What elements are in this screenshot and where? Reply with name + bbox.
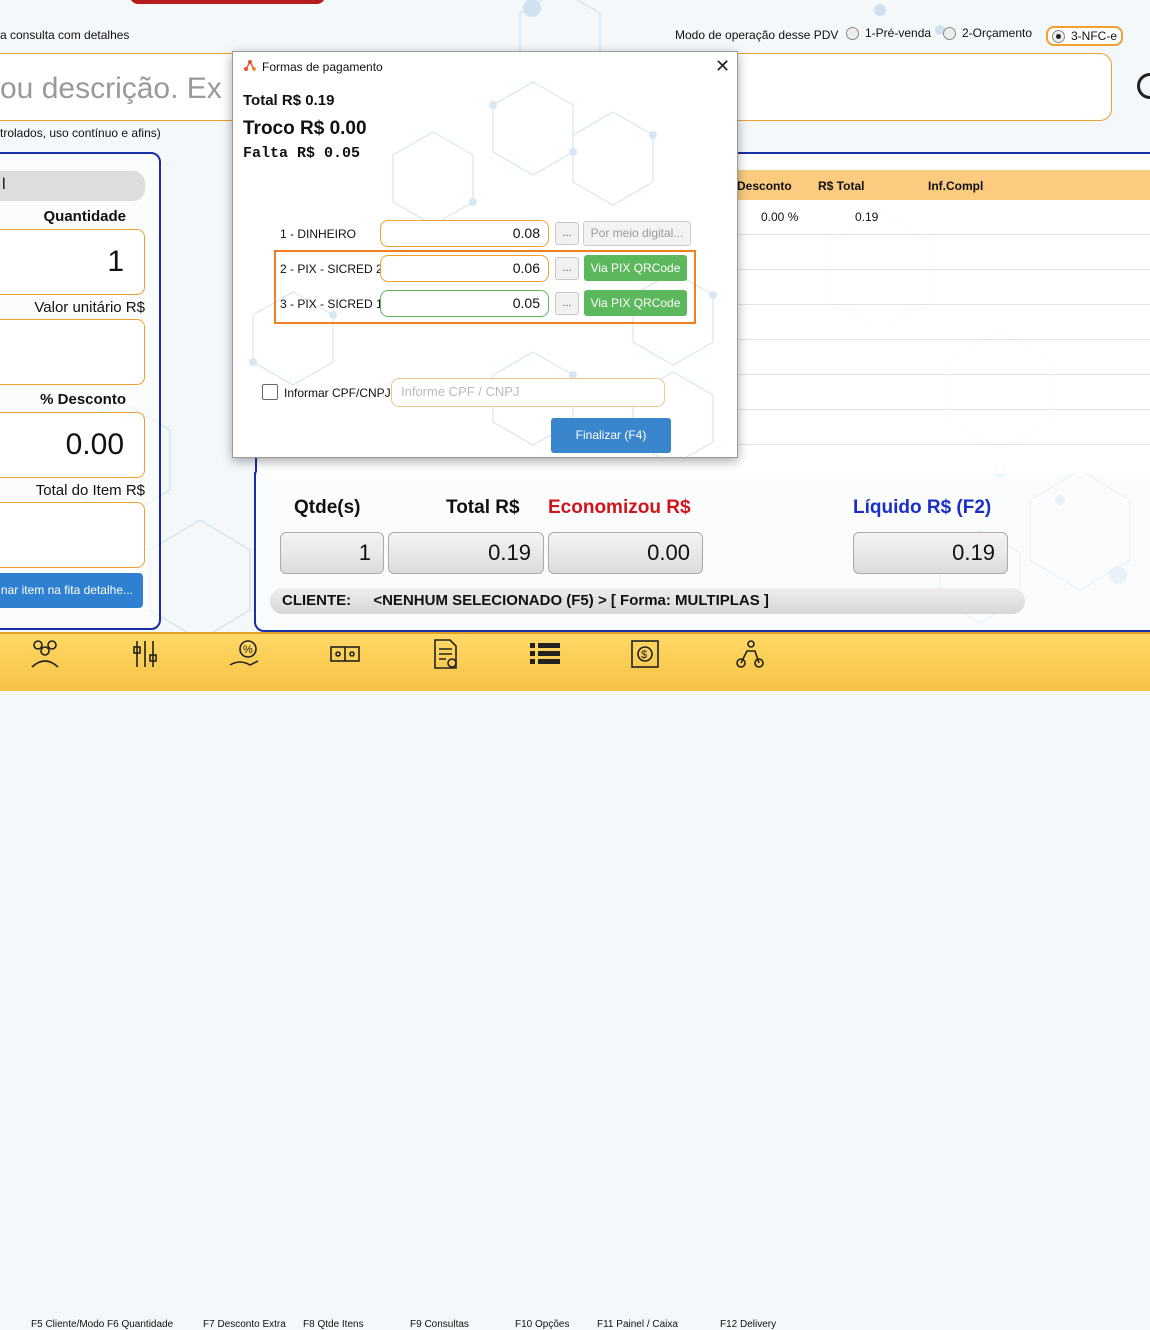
payment-label-dinheiro: 1 - DINHEIRO [280, 227, 357, 241]
opcoes-button[interactable]: F10 Opções [515, 637, 575, 1330]
economizou-field: 0.00 [548, 532, 703, 574]
delivery-icon [736, 640, 764, 668]
payment-input-pix-sicred1[interactable]: 0.05 [380, 290, 549, 317]
digital-payment-button[interactable]: Por meio digital... [583, 221, 691, 246]
item-tab[interactable] [0, 171, 145, 201]
client-bar[interactable]: CLIENTE: <NENHUM SELECIONADO (F5) > [ Fo… [270, 588, 1025, 614]
add-item-button[interactable]: nar item na fita detalhe... [0, 573, 143, 608]
falta-amount: Falta R$ 0.05 [243, 145, 361, 162]
total-amount: Total R$ 0.19 [243, 92, 335, 109]
money-icon: $ [631, 640, 659, 668]
payment-input-pix-sicred2[interactable]: 0.06 [380, 255, 549, 282]
close-icon[interactable]: ✕ [715, 56, 730, 77]
cpf-checkbox[interactable] [262, 384, 278, 400]
app-logo-icon [244, 60, 256, 71]
cpf-label: Informar CPF/CNPJ [284, 386, 391, 400]
row-total-cell[interactable]: 0.19 [855, 210, 878, 224]
search-hint: trolados, uso contínuo e afins) [0, 126, 161, 140]
row-divider [735, 444, 1150, 445]
dinheiro-more-button[interactable]: ... [555, 222, 579, 245]
qtde-label: Qtde(s) [294, 497, 361, 518]
discount-hand-icon: % [229, 640, 259, 666]
pix-sicred1-more-button[interactable]: ... [555, 292, 579, 315]
total-field: 0.19 [388, 532, 544, 574]
tools-icon [133, 641, 157, 667]
pix-sicred2-more-button[interactable]: ... [555, 257, 579, 280]
desconto-field[interactable]: 0.00 [0, 412, 145, 478]
troco-amount: Troco R$ 0.00 [243, 118, 367, 139]
cliente-label: CLIENTE: [282, 592, 352, 609]
total-item-field[interactable] [0, 502, 145, 568]
delivery-button[interactable]: F12 Delivery [720, 637, 780, 1330]
clients-icon [31, 640, 59, 668]
economizou-label: Economizou R$ [548, 497, 691, 518]
mode-option-nfce[interactable]: 3-NFC-e [1046, 26, 1124, 47]
list-icon [530, 643, 560, 664]
column-total: R$ Total [818, 179, 865, 193]
search-placeholder: ou descrição. Ex [0, 72, 222, 105]
qtde-itens-button[interactable]: F8 Qtde Itens [303, 637, 375, 1330]
quantidade-field[interactable]: 1 [0, 229, 145, 295]
row-divider [735, 234, 1150, 235]
consulta-detail-label: a consulta com detalhes [0, 28, 130, 42]
row-divider [735, 339, 1150, 340]
row-divider [735, 374, 1150, 375]
qtde-field: 1 [280, 532, 384, 574]
painel-caixa-button[interactable]: $ F11 Painel / Caixa [597, 637, 678, 1330]
payment-label-pix-sicred1: 3 - PIX - SICRED 1 [280, 297, 383, 311]
row-divider [735, 304, 1150, 305]
quantidade-button[interactable]: F6 Quantidade [107, 637, 175, 1330]
desconto-label: % Desconto [40, 391, 126, 408]
pix-qrcode-button-sicred1[interactable]: Via PIX QRCode [584, 290, 687, 316]
quantidade-label: Quantidade [43, 208, 126, 225]
row-divider [735, 269, 1150, 270]
cpf-input[interactable]: Informe CPF / CNPJ [391, 378, 665, 407]
payment-input-dinheiro[interactable]: 0.08 [380, 220, 549, 247]
document-icon [434, 639, 457, 669]
desconto-extra-button[interactable]: % F7 Desconto Extra [203, 637, 286, 1330]
operation-mode-label: Modo de operação desse PDV [675, 28, 839, 42]
mode-option-orcamento[interactable]: 2-Orçamento [943, 26, 1032, 41]
top-red-tab [130, 0, 325, 4]
item-tab-label: l [2, 176, 6, 193]
total-label: Total R$ [446, 497, 520, 518]
payment-label-pix-sicred2: 2 - PIX - SICRED 2 [280, 262, 383, 276]
svg-text:$: $ [641, 649, 647, 661]
radio-icon [943, 27, 956, 41]
finalizar-button[interactable]: Finalizar (F4) [551, 418, 671, 453]
liquido-field: 0.19 [853, 532, 1008, 574]
dialog-title: Formas de pagamento [262, 60, 383, 74]
valor-unitario-field[interactable] [0, 319, 145, 385]
svg-text:%: % [243, 644, 253, 656]
clients-button[interactable]: F5 Cliente/Modo [15, 637, 104, 1330]
radio-checked-icon [1052, 30, 1065, 44]
row-divider [735, 409, 1150, 410]
consultas-button[interactable]: F9 Consultas [410, 637, 475, 1330]
total-item-label: Total do Item R$ [35, 482, 145, 499]
cliente-value: <NENHUM SELECIONADO (F5) > [ Forma: MULT… [373, 592, 769, 609]
column-inf-compl: Inf.Compl [928, 179, 984, 193]
radio-icon [846, 27, 859, 41]
pix-qrcode-button-sicred2[interactable]: Via PIX QRCode [584, 255, 687, 281]
liquido-label: Líquido R$ (F2) [853, 497, 992, 518]
payment-dialog: Formas de pagamento ✕ Total R$ 0.19 Troc… [232, 51, 738, 458]
valor-unitario-label: Valor unitário R$ [34, 299, 145, 316]
column-desconto: Desconto [737, 179, 792, 193]
ticket-icon [330, 646, 360, 662]
mode-option-pre-venda[interactable]: 1-Pré-venda [846, 26, 931, 41]
row-desconto-cell[interactable]: 0.00 % [761, 210, 798, 224]
